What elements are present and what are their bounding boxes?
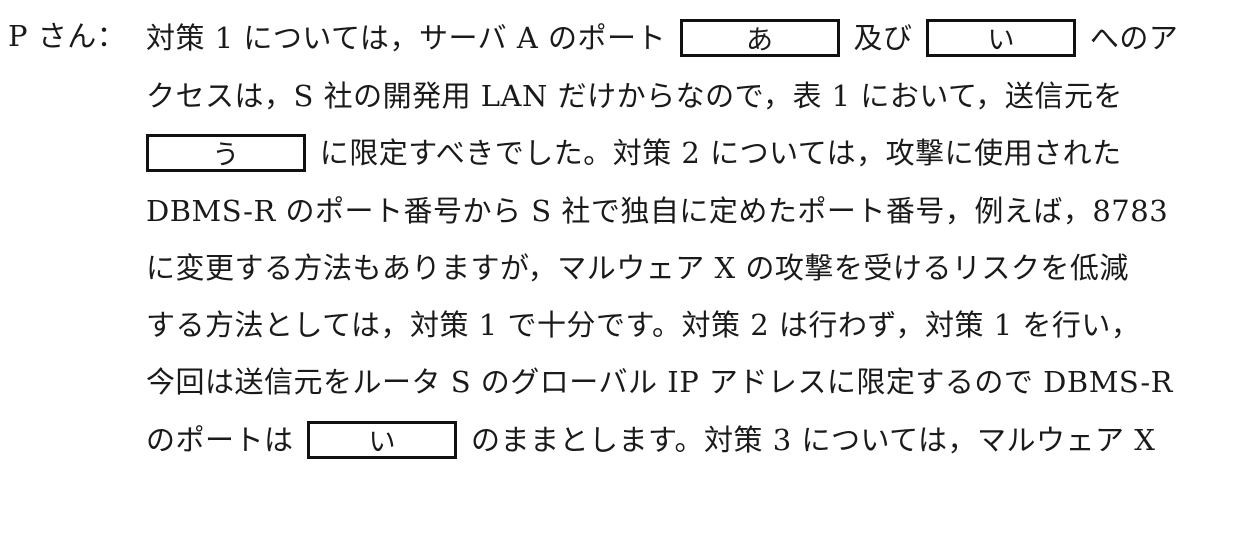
blank-i-repeat: い xyxy=(307,421,458,459)
line-8-pre: のポートは xyxy=(146,423,294,457)
blank-i: い xyxy=(926,19,1077,57)
text-line-3: う に限定すべきでした。対策 2 については，攻撃に使用された xyxy=(142,131,1122,172)
blank-u: う xyxy=(146,134,306,172)
text-line-5: に変更する方法もありますが，マルウェア X の攻撃を受けるリスクを低減 xyxy=(146,246,1129,286)
line-1-post: へのア xyxy=(1089,21,1179,55)
line-8-post: のままとします。対策 3 については，マルウェア X xyxy=(470,423,1156,457)
text-line-1: 対策 1 については，サーバ A のポート あ 及び い へのア xyxy=(146,16,1179,57)
line-5-text: に変更する方法もありますが，マルウェア X の攻撃を受けるリスクを低減 xyxy=(146,251,1129,285)
line-1-pre: 対策 1 については，サーバ A のポート xyxy=(146,21,667,55)
line-1-mid: 及び xyxy=(853,21,913,55)
text-line-6: する方法としては，対策 1 で十分です。対策 2 は行わず，対策 1 を行い， xyxy=(146,303,1140,343)
speaker-label: P さん： xyxy=(8,19,127,53)
line-2-text: クセスは，S 社の開発用 LAN だけからなので，表 1 において，送信元を xyxy=(146,79,1123,113)
blank-a: あ xyxy=(679,19,840,57)
line-3-post: に限定すべきでした。対策 2 については，攻撃に使用された xyxy=(319,136,1122,170)
document-page: P さん： 対策 1 については，サーバ A のポート あ 及び い へのア ク… xyxy=(0,0,1256,536)
line-7-text: 今回は送信元をルータ S のグローバル IP アドレスに限定するので DBMS-… xyxy=(146,365,1173,399)
line-4-text: DBMS-R のポート番号から S 社で独自に定めたポート番号，例えば，8783 xyxy=(146,194,1169,228)
text-line-2: クセスは，S 社の開発用 LAN だけからなので，表 1 において，送信元を xyxy=(146,74,1123,114)
text-line-4: DBMS-R のポート番号から S 社で独自に定めたポート番号，例えば，8783 xyxy=(146,189,1168,229)
text-line-8: のポートは い のままとします。対策 3 については，マルウェア X xyxy=(146,418,1156,459)
text-line-7: 今回は送信元をルータ S のグローバル IP アドレスに限定するので DBMS-… xyxy=(146,360,1173,400)
line-6-text: する方法としては，対策 1 で十分です。対策 2 は行わず，対策 1 を行い， xyxy=(146,308,1141,342)
